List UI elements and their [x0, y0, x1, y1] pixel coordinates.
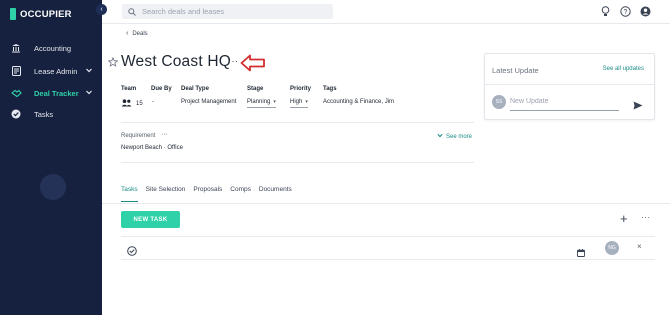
chevron-down-icon [85, 88, 93, 98]
stage-value: Planning [247, 99, 271, 105]
priority-label: Priority [290, 86, 312, 92]
new-update-input[interactable] [510, 98, 620, 105]
tab-proposals[interactable]: Proposals [193, 186, 222, 202]
new-task-button[interactable]: NEW TASK [121, 211, 180, 228]
deal-tabs: Tasks Site Selection Proposals Comps Doc… [121, 186, 300, 202]
close-icon[interactable]: × [637, 242, 642, 251]
team-label: Team [121, 86, 137, 92]
back-label: Deals [132, 30, 148, 37]
logo-mark-icon [10, 8, 16, 20]
sidebar-item-label: Deal Tracker [34, 88, 79, 98]
due-by-value[interactable]: - [152, 99, 154, 105]
tags-label: Tags [323, 86, 337, 92]
stage-select[interactable]: Planning ▾ [247, 99, 276, 108]
divider [485, 84, 654, 85]
search-icon [128, 7, 136, 16]
search-box[interactable] [122, 4, 333, 19]
lightbulb-icon[interactable] [600, 6, 611, 17]
document-icon [9, 66, 23, 76]
input-underline [510, 110, 619, 111]
tab-tasks[interactable]: Tasks [121, 186, 138, 202]
search-input[interactable] [142, 7, 322, 16]
chevron-left-icon: ‹ [126, 30, 129, 37]
latest-update-card: Latest Update See all updates SS [484, 53, 655, 120]
deal-type-value[interactable]: Project Management [181, 99, 236, 105]
chevron-down-icon [437, 133, 443, 140]
team-value[interactable]: 15 [121, 99, 143, 109]
sidebar-item-accounting[interactable]: Accounting [0, 38, 102, 58]
bank-icon [9, 43, 23, 53]
more-options-button[interactable]: ··· [641, 213, 651, 222]
back-to-deals-link[interactable]: ‹ Deals [126, 30, 148, 37]
divider [121, 162, 474, 163]
requirement-more-button[interactable]: ··· [161, 131, 168, 138]
dropdown-arrow-icon: ▾ [273, 99, 276, 105]
help-icon[interactable]: ? [620, 6, 631, 17]
handshake-icon [9, 89, 23, 98]
sidebar-item-label: Tasks [34, 109, 54, 119]
more-options-button[interactable]: ··· [228, 56, 239, 66]
see-all-updates-link[interactable]: See all updates [603, 66, 644, 72]
avatar: SS [492, 95, 506, 109]
team-count: 15 [136, 101, 143, 107]
dropdown-arrow-icon: ▾ [305, 99, 308, 105]
logo[interactable]: OCCUPIER [10, 8, 72, 20]
chevron-down-icon [85, 66, 93, 76]
svg-text:?: ? [624, 9, 628, 16]
tab-comps[interactable]: Comps [230, 186, 251, 202]
priority-value: High [290, 99, 303, 105]
tab-site-selection[interactable]: Site Selection [146, 186, 186, 202]
loading-spinner [40, 174, 66, 200]
tab-documents[interactable]: Documents [259, 186, 292, 202]
tags-value[interactable]: Accounting & Finance, Jim [323, 99, 394, 105]
requirement-label: Requirement [121, 133, 156, 139]
star-icon[interactable] [108, 57, 118, 67]
avatar[interactable]: NG [605, 241, 619, 255]
logo-text: OCCUPIER [20, 8, 72, 20]
sidebar: OCCUPIER Accounting Lease Admin Deal Tra… [0, 0, 102, 315]
stage-label: Stage [247, 86, 264, 92]
divider [121, 122, 474, 123]
see-more-link[interactable]: See more [437, 133, 472, 140]
table-row[interactable]: NG × [121, 236, 655, 260]
top-bar: ? [102, 0, 670, 24]
deal-title-row: West Coast HQ [108, 53, 231, 71]
calendar-icon[interactable] [577, 244, 585, 262]
latest-update-title: Latest Update [492, 66, 539, 75]
due-by-label: Due By [151, 86, 172, 92]
check-circle-icon[interactable] [127, 243, 137, 261]
sidebar-item-label: Lease Admin [34, 66, 78, 76]
sidebar-item-lease-admin[interactable]: Lease Admin [0, 61, 102, 81]
deal-type-label: Deal Type [181, 86, 209, 92]
collapse-sidebar-button[interactable]: ‹ [96, 4, 107, 15]
people-icon [121, 99, 132, 109]
tabs-divider [102, 203, 670, 204]
annotation-arrow-icon [240, 54, 266, 77]
priority-select[interactable]: High ▾ [290, 99, 308, 108]
send-icon[interactable] [633, 97, 643, 115]
check-circle-icon [9, 109, 23, 119]
see-more-label: See more [446, 133, 473, 140]
add-icon[interactable]: + [620, 212, 628, 225]
sidebar-item-label: Accounting [34, 43, 72, 53]
page-title: West Coast HQ [121, 53, 231, 70]
sidebar-item-deal-tracker[interactable]: Deal Tracker [0, 83, 102, 103]
account-icon[interactable] [640, 6, 651, 17]
requirement-value: Newport Beach · Office [121, 145, 183, 151]
sidebar-item-tasks[interactable]: Tasks [0, 104, 102, 124]
